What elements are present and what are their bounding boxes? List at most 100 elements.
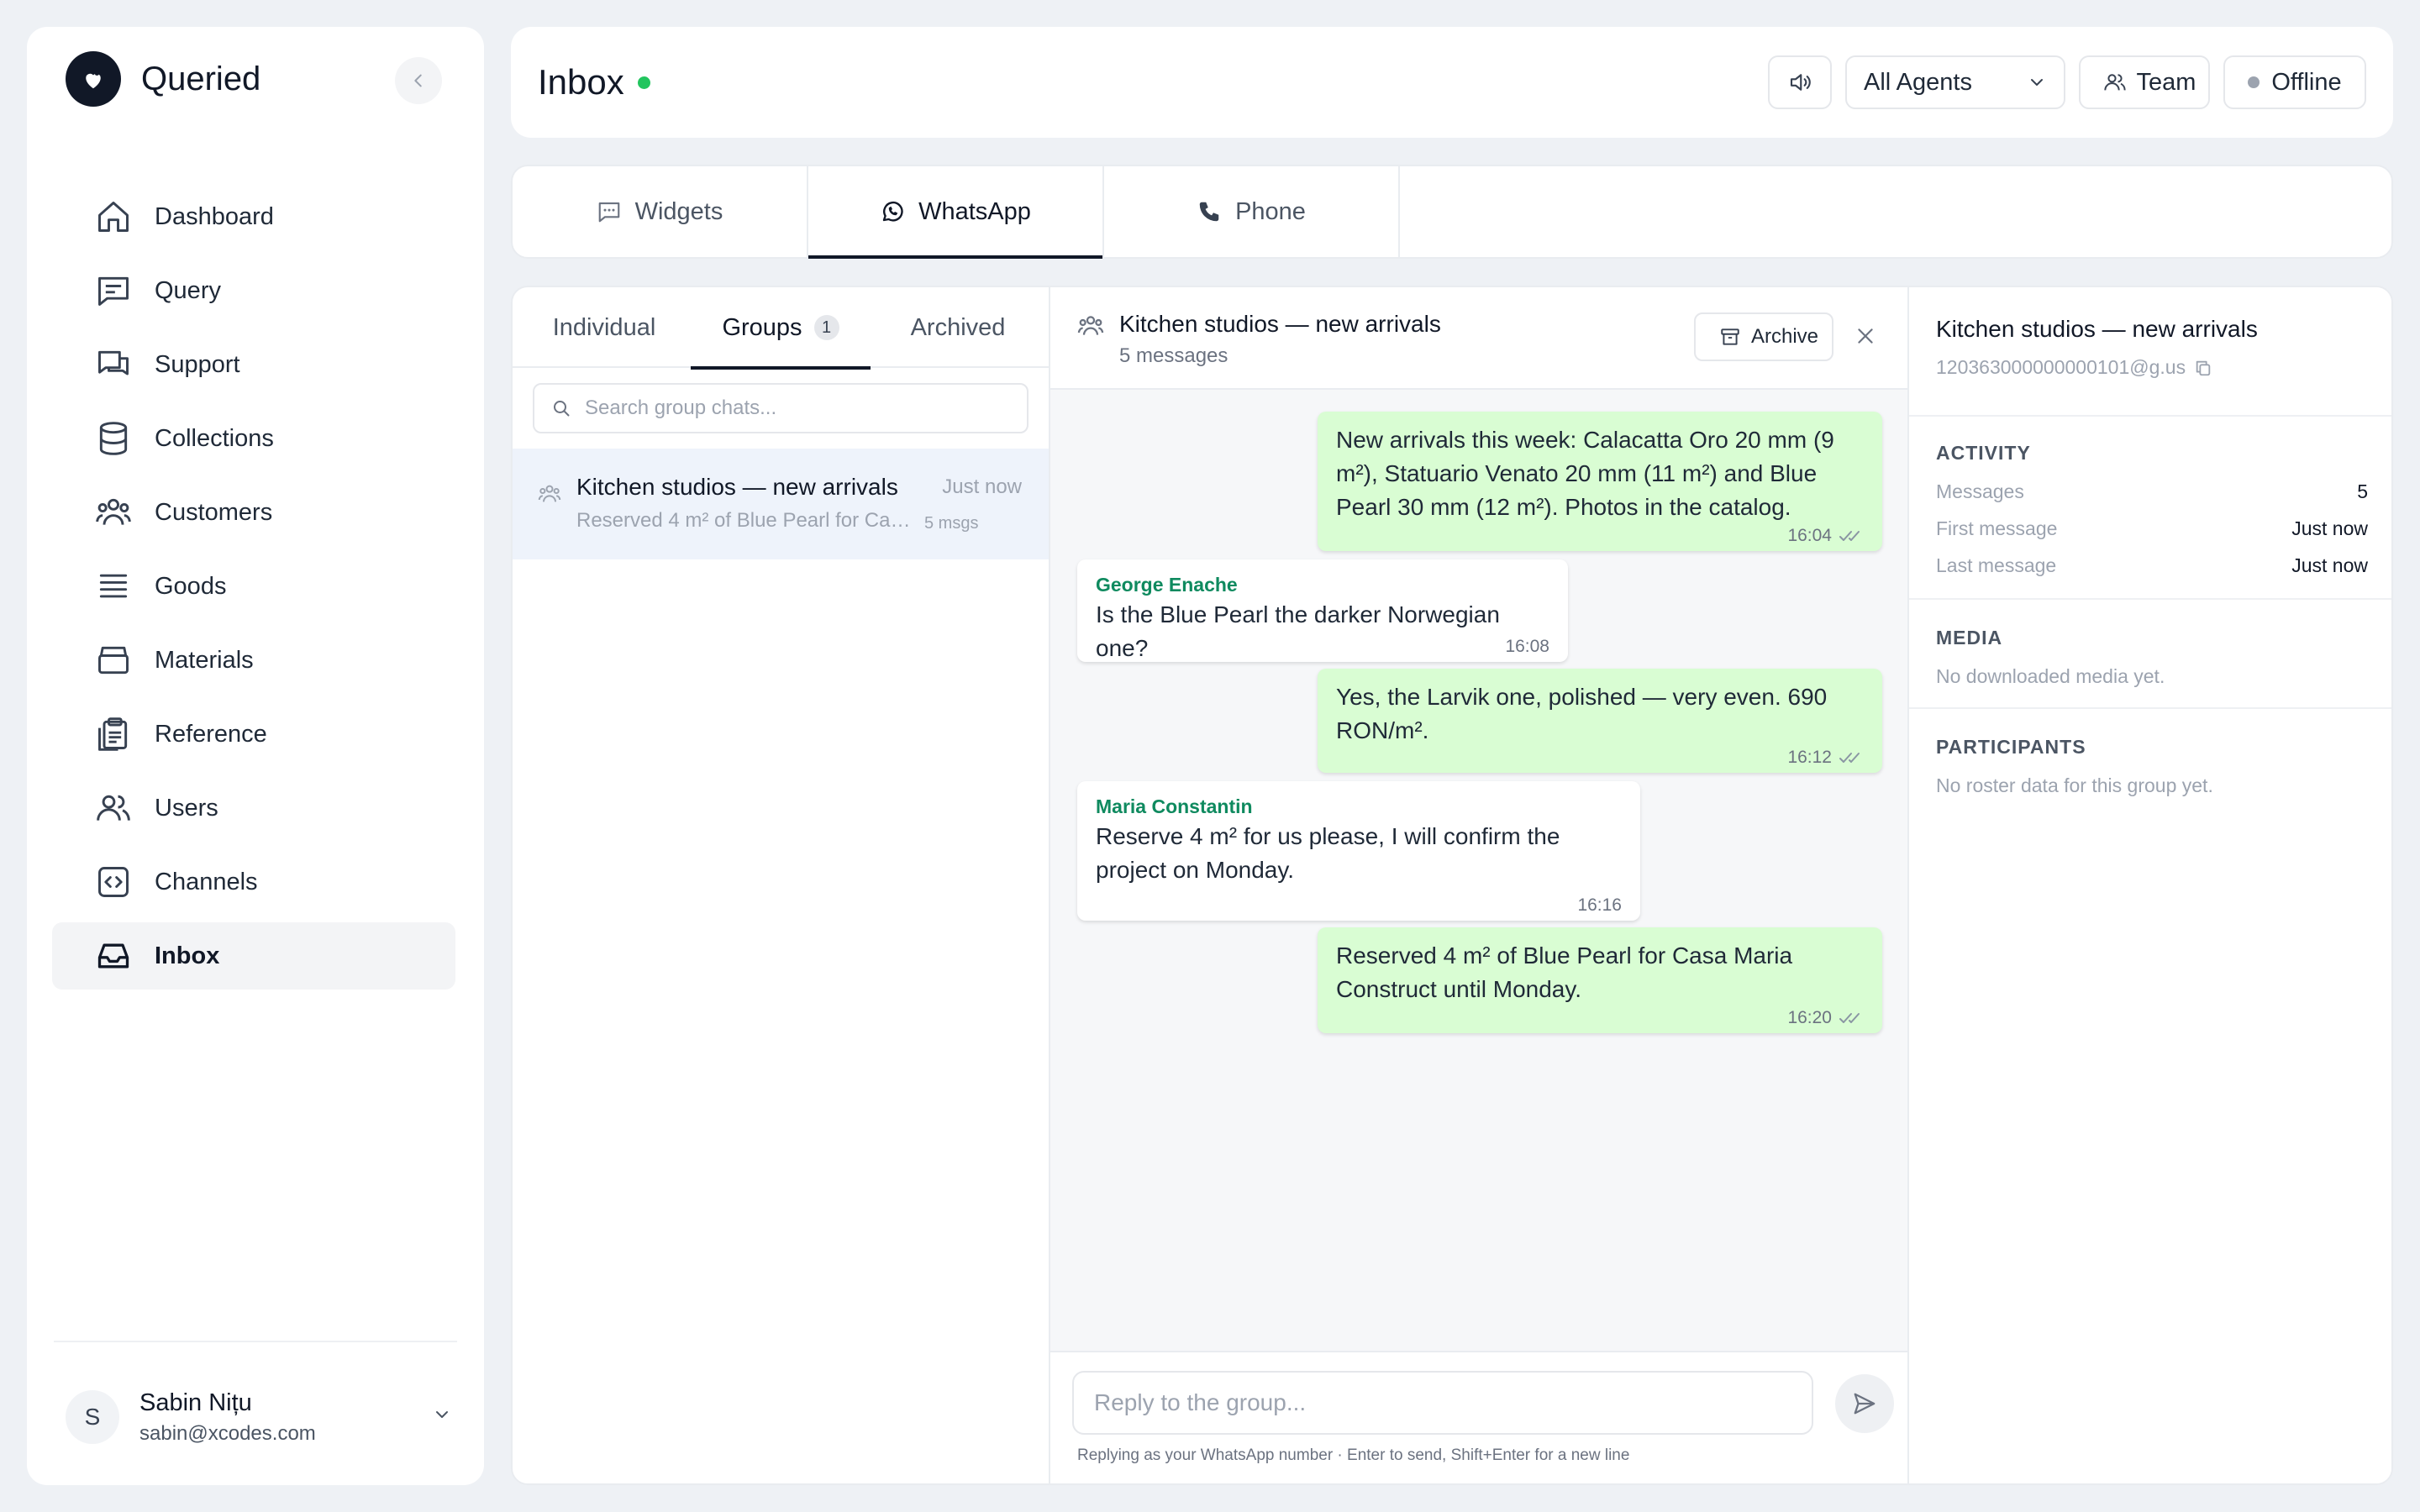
tab-label: Groups — [722, 313, 802, 341]
chevron-down-icon — [2027, 72, 2047, 92]
reply-input[interactable] — [1072, 1371, 1813, 1435]
user-name: Sabin Nițu — [139, 1389, 252, 1416]
search-input[interactable] — [585, 396, 1005, 420]
activity-heading: ACTIVITY — [1936, 442, 2031, 464]
activity-value: Just now — [2291, 517, 2368, 539]
participants-heading: PARTICIPANTS — [1936, 736, 2086, 758]
whatsapp-icon — [880, 199, 905, 224]
clipboard-icon — [94, 715, 133, 753]
group-id: 120363000000000101@g.us — [1936, 356, 2212, 379]
team-button[interactable]: Team — [2079, 55, 2210, 109]
message-outgoing[interactable]: Yes, the Larvik one, polished — very eve… — [1318, 669, 1882, 773]
availability-button[interactable]: Offline — [2223, 55, 2366, 109]
sidebar-item-support[interactable]: Support — [52, 331, 455, 398]
code-icon — [94, 863, 133, 901]
activity-section: ACTIVITY Messages 5 First message Just n… — [1909, 417, 2391, 600]
sidebar-item-label: Collections — [155, 424, 274, 452]
close-chat-button[interactable] — [1850, 321, 1881, 351]
archive-icon — [1719, 326, 1741, 348]
details-panel: Kitchen studios — new arrivals 120363000… — [1909, 287, 2391, 1483]
message-text: Yes, the Larvik one, polished — very eve… — [1336, 684, 1828, 743]
agents-select[interactable]: All Agents — [1845, 55, 2065, 109]
sidebar-item-label: Query — [155, 276, 221, 304]
user-email: sabin@xcodes.com — [139, 1421, 316, 1445]
sound-toggle-button[interactable] — [1768, 55, 1832, 109]
messages-icon — [94, 345, 133, 384]
groups-count-badge: 1 — [813, 315, 839, 340]
message-outgoing[interactable]: Reserved 4 m² of Blue Pearl for Casa Mar… — [1318, 927, 1882, 1033]
sidebar-item-query[interactable]: Query — [52, 257, 455, 324]
home-icon — [94, 197, 133, 236]
message-text: Is the Blue Pearl the darker Norwegian o… — [1096, 601, 1500, 661]
sidebar-item-materials[interactable]: Materials — [52, 627, 455, 694]
copy-icon[interactable] — [2186, 359, 2212, 377]
tab-individual[interactable]: Individual — [533, 287, 676, 368]
sidebar-item-channels[interactable]: Channels — [52, 848, 455, 916]
group-id-text: 120363000000000101@g.us — [1936, 356, 2186, 378]
activity-row: First message Just now — [1936, 517, 2368, 540]
sidebar-item-label: Materials — [155, 646, 254, 674]
message-sender: Maria Constantin — [1096, 795, 1253, 817]
availability-label: Offline — [2271, 68, 2342, 96]
channel-tabs: Widgets WhatsApp Phone — [511, 165, 2393, 259]
sidebar-item-reference[interactable]: Reference — [52, 701, 455, 768]
tab-whatsapp[interactable]: WhatsApp — [808, 166, 1104, 259]
message-time: 16:04 — [1787, 526, 1832, 545]
message-incoming[interactable]: Maria Constantin Reserve 4 m² for us ple… — [1077, 781, 1640, 921]
sidebar-item-dashboard[interactable]: Dashboard — [52, 183, 455, 250]
brand[interactable]: Queried — [66, 51, 260, 107]
tab-archived[interactable]: Archived — [886, 287, 1030, 368]
reply-composer: Replying as your WhatsApp number · Enter… — [1050, 1351, 1907, 1483]
tab-widgets[interactable]: Widgets — [513, 166, 808, 257]
group-icon — [538, 482, 561, 506]
chevron-down-icon[interactable] — [432, 1404, 452, 1425]
sidebar-item-goods[interactable]: Goods — [52, 553, 455, 620]
chat-header: Kitchen studios — new arrivals 5 message… — [1050, 287, 1907, 390]
sidebar-item-collections[interactable]: Collections — [52, 405, 455, 472]
sidebar-item-label: Reference — [155, 720, 267, 748]
message-time: 16:12 — [1787, 748, 1832, 767]
database-icon — [94, 419, 133, 458]
offline-status-dot — [2248, 76, 2260, 88]
message-incoming[interactable]: George Enache Is the Blue Pearl the dark… — [1077, 559, 1568, 662]
conversation-preview: Reserved 4 m² of Blue Pearl for Casa Mar… — [576, 509, 913, 532]
archive-button[interactable]: Archive — [1694, 312, 1833, 361]
tab-label: Widgets — [634, 197, 723, 225]
search-icon — [551, 398, 571, 418]
message-outgoing[interactable]: New arrivals this week: Calacatta Oro 20… — [1318, 412, 1882, 551]
conversation-list-panel: Individual Groups 1 Archived Kitchen stu… — [513, 287, 1050, 1483]
sidebar-item-users[interactable]: Users — [52, 774, 455, 842]
tab-groups[interactable]: Groups 1 — [691, 287, 871, 370]
tab-phone[interactable]: Phone — [1104, 166, 1400, 257]
details-summary: Kitchen studios — new arrivals 120363000… — [1909, 287, 2391, 417]
media-section: MEDIA No downloaded media yet. — [1909, 600, 2391, 709]
conversation-item[interactable]: Kitchen studios — new arrivals Just now … — [513, 449, 1049, 559]
message-time: 16:08 — [1505, 637, 1549, 656]
send-button[interactable] — [1835, 1374, 1894, 1433]
sidebar-item-inbox[interactable]: Inbox — [52, 922, 455, 990]
tab-label: Archived — [910, 313, 1006, 341]
users-icon — [2103, 71, 2127, 94]
inbox-panel: Individual Groups 1 Archived Kitchen stu… — [511, 286, 2393, 1485]
page-header: Inbox All Agents Team Offline — [511, 27, 2393, 138]
user-menu[interactable]: S Sabin Nițu sabin@xcodes.com — [66, 1379, 452, 1455]
group-icon — [1077, 312, 1104, 339]
message-text: Reserve 4 m² for us please, I will confi… — [1096, 823, 1560, 883]
page-title-text: Inbox — [538, 62, 624, 102]
conversation-message-count: 5 msgs — [924, 514, 979, 533]
message-time: 16:16 — [1577, 895, 1622, 915]
collapse-sidebar-button[interactable] — [395, 57, 442, 104]
sidebar-item-label: Channels — [155, 868, 258, 895]
chat-panel: Kitchen studios — new arrivals 5 message… — [1050, 287, 1909, 1483]
speaker-icon — [1787, 70, 1812, 95]
activity-key: Messages — [1936, 480, 2024, 502]
chat-bubble-icon — [597, 199, 622, 224]
activity-value: 5 — [2357, 480, 2368, 502]
conversation-time: Just now — [942, 475, 1022, 498]
activity-key: First message — [1936, 517, 2058, 539]
phone-icon — [1197, 199, 1222, 224]
sidebar-item-label: Dashboard — [155, 202, 274, 230]
sidebar-item-customers[interactable]: Customers — [52, 479, 455, 546]
sidebar-item-label: Goods — [155, 572, 227, 600]
chat-title: Kitchen studios — new arrivals — [1119, 311, 1441, 337]
